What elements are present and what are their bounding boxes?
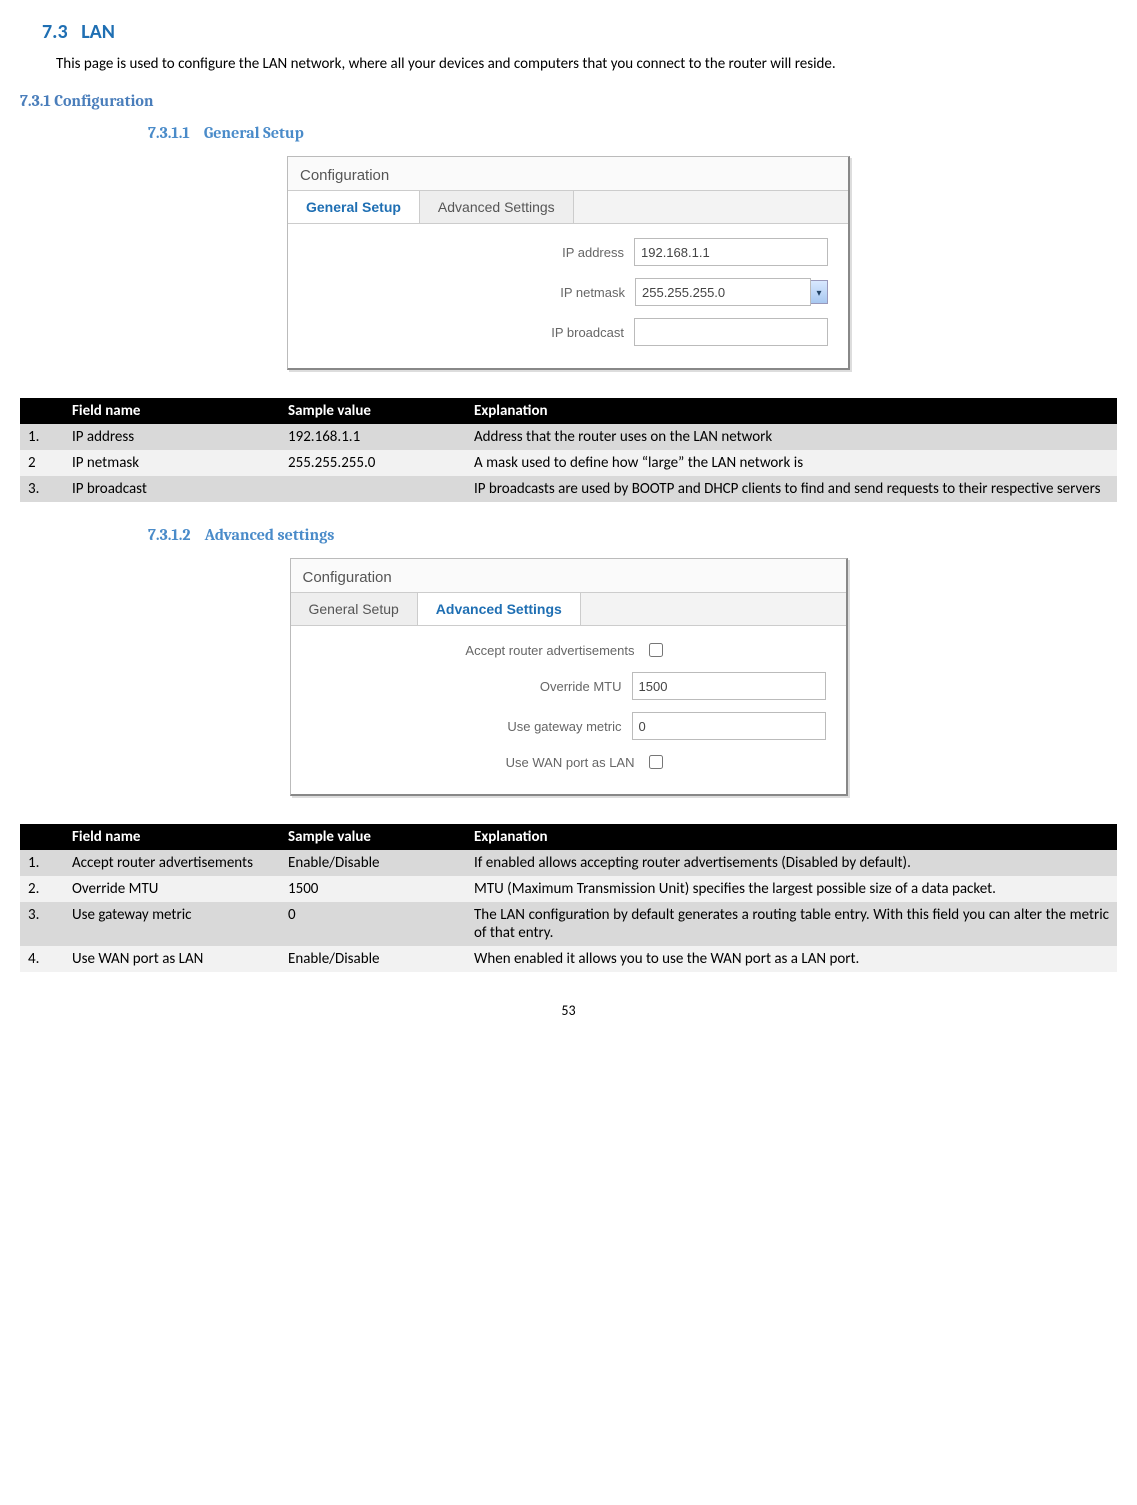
heading-7-3-num: 7.3	[42, 20, 68, 44]
figure-advanced-settings: Configuration General Setup Advanced Set…	[290, 558, 848, 796]
figure1-tabbar: General Setup Advanced Settings	[288, 190, 848, 224]
cell-val: 192.168.1.1	[280, 424, 466, 450]
cell-val: 255.255.255.0	[280, 450, 466, 476]
label-ip-broadcast: IP broadcast	[551, 325, 624, 340]
input-ip-address[interactable]	[634, 238, 828, 266]
cell-name: IP broadcast	[64, 476, 280, 502]
heading-7-3-1-2-num: 7.3.1.2	[148, 526, 191, 544]
table1-header-num	[20, 398, 64, 424]
cell-exp: If enabled allows accepting router adver…	[466, 850, 1117, 876]
table-row: 1. Accept router advertisements Enable/D…	[20, 850, 1117, 876]
heading-7-3-1: 7.3.1 Configuration	[20, 92, 1117, 110]
cell-exp: When enabled it allows you to use the WA…	[466, 946, 1117, 972]
cell-name: Use gateway metric	[64, 902, 280, 946]
label-ip-netmask: IP netmask	[560, 285, 625, 300]
cell-num: 3.	[20, 476, 64, 502]
page-number: 53	[20, 1002, 1117, 1019]
label-wan-as-lan: Use WAN port as LAN	[506, 755, 635, 770]
checkbox-accept-router-adv[interactable]	[649, 643, 663, 657]
table-advanced-settings: Field name Sample value Explanation 1. A…	[20, 824, 1117, 972]
cell-val: Enable/Disable	[280, 946, 466, 972]
table2-header-exp: Explanation	[466, 824, 1117, 850]
figure2-tabbar: General Setup Advanced Settings	[291, 592, 846, 626]
table1-header-val: Sample value	[280, 398, 466, 424]
heading-7-3-1-2-title: Advanced settings	[205, 526, 335, 544]
tab-advanced-settings[interactable]: Advanced Settings	[420, 191, 574, 223]
tab-general-setup[interactable]: General Setup	[288, 191, 420, 223]
table-row: 3. Use gateway metric 0 The LAN configur…	[20, 902, 1117, 946]
cell-num: 2	[20, 450, 64, 476]
heading-7-3-title: LAN	[81, 20, 115, 44]
input-ip-netmask[interactable]	[635, 278, 811, 306]
heading-7-3-1-2: 7.3.1.2 Advanced settings	[148, 526, 1117, 544]
cell-num: 1.	[20, 850, 64, 876]
cell-name: Override MTU	[64, 876, 280, 902]
cell-exp: The LAN configuration by default generat…	[466, 902, 1117, 946]
heading-7-3-1-1-num: 7.3.1.1	[148, 124, 190, 142]
table-row: 2. Override MTU 1500 MTU (Maximum Transm…	[20, 876, 1117, 902]
cell-name: Use WAN port as LAN	[64, 946, 280, 972]
tab-general-setup-2[interactable]: General Setup	[291, 593, 418, 625]
checkbox-wan-as-lan[interactable]	[649, 755, 663, 769]
dropdown-icon[interactable]: ▾	[811, 280, 828, 304]
cell-name: IP netmask	[64, 450, 280, 476]
input-ip-broadcast[interactable]	[634, 318, 828, 346]
table-row: 2 IP netmask 255.255.255.0 A mask used t…	[20, 450, 1117, 476]
input-gateway-metric[interactable]	[632, 712, 826, 740]
cell-num: 1.	[20, 424, 64, 450]
cell-num: 3.	[20, 902, 64, 946]
cell-num: 2.	[20, 876, 64, 902]
table-row: 4. Use WAN port as LAN Enable/Disable Wh…	[20, 946, 1117, 972]
cell-val: 1500	[280, 876, 466, 902]
cell-exp: Address that the router uses on the LAN …	[466, 424, 1117, 450]
cell-val: 0	[280, 902, 466, 946]
cell-exp: A mask used to define how “large” the LA…	[466, 450, 1117, 476]
label-override-mtu: Override MTU	[540, 679, 622, 694]
cell-name: IP address	[64, 424, 280, 450]
cell-exp: IP broadcasts are used by BOOTP and DHCP…	[466, 476, 1117, 502]
label-gateway-metric: Use gateway metric	[507, 719, 621, 734]
heading-7-3-1-1: 7.3.1.1 General Setup	[148, 124, 1117, 142]
table1-header-exp: Explanation	[466, 398, 1117, 424]
label-accept-router-adv: Accept router advertisements	[465, 643, 634, 658]
cell-num: 4.	[20, 946, 64, 972]
table-general-setup: Field name Sample value Explanation 1. I…	[20, 398, 1117, 502]
table1-header-name: Field name	[64, 398, 280, 424]
label-ip-address: IP address	[562, 245, 624, 260]
cell-exp: MTU (Maximum Transmission Unit) specifie…	[466, 876, 1117, 902]
figure-general-setup: Configuration General Setup Advanced Set…	[287, 156, 850, 370]
figure1-header: Configuration	[288, 157, 848, 190]
heading-7-3-1-1-title: General Setup	[204, 124, 304, 142]
figure2-header: Configuration	[291, 559, 846, 592]
cell-val	[280, 476, 466, 502]
table-row: 3. IP broadcast IP broadcasts are used b…	[20, 476, 1117, 502]
input-override-mtu[interactable]	[632, 672, 826, 700]
table2-header-name: Field name	[64, 824, 280, 850]
cell-val: Enable/Disable	[280, 850, 466, 876]
table-row: 1. IP address 192.168.1.1 Address that t…	[20, 424, 1117, 450]
cell-name: Accept router advertisements	[64, 850, 280, 876]
heading-7-3: 7.3 LAN	[42, 20, 1117, 44]
tab-advanced-settings-2[interactable]: Advanced Settings	[418, 593, 581, 625]
table2-header-val: Sample value	[280, 824, 466, 850]
intro-paragraph: This page is used to configure the LAN n…	[20, 54, 1117, 74]
table2-header-num	[20, 824, 64, 850]
